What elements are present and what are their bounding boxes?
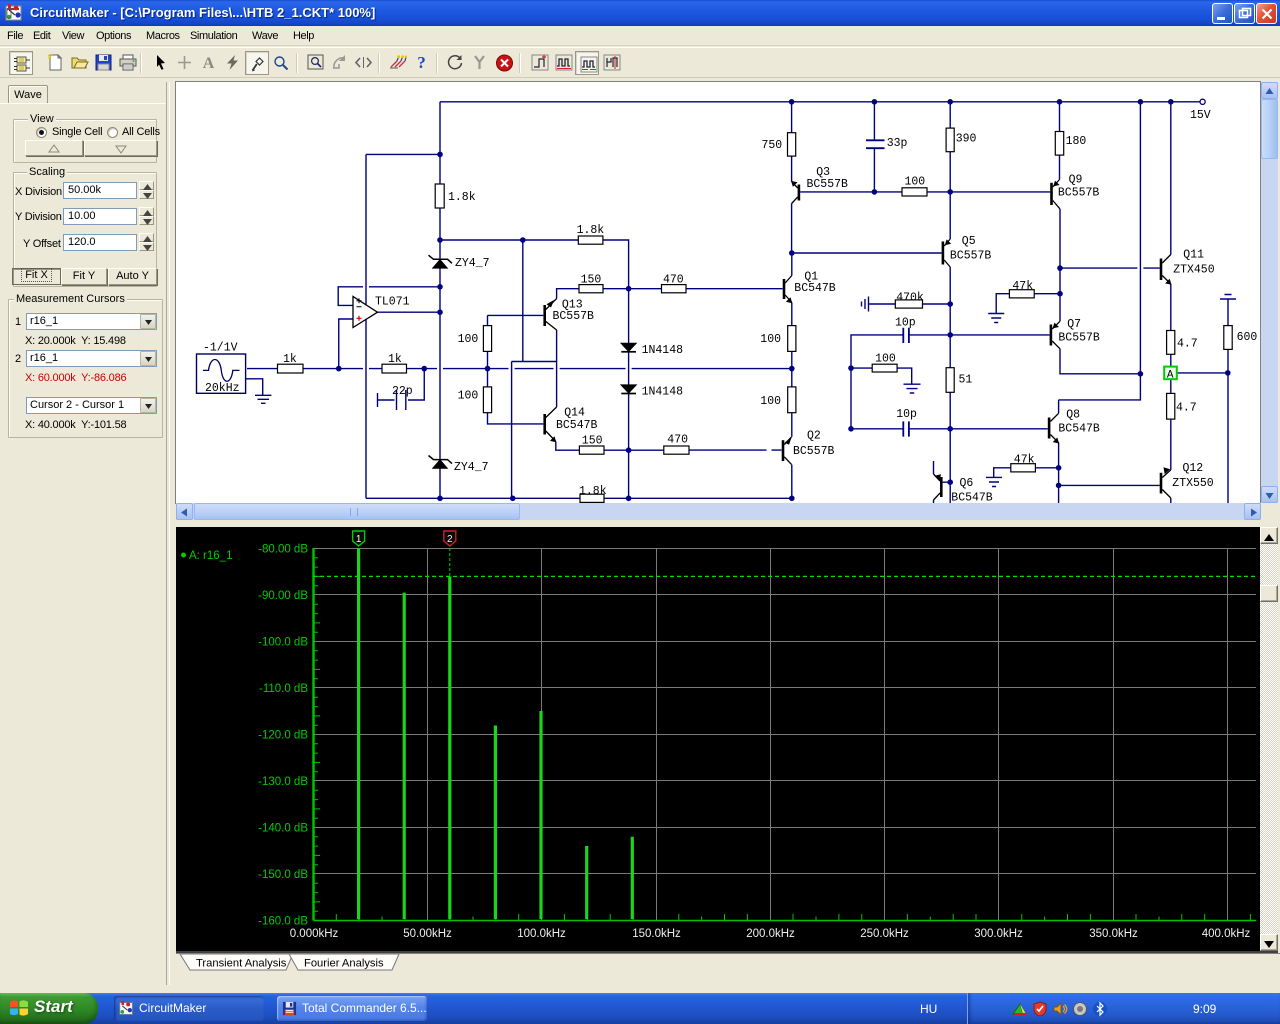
svg-text:-140.0 dB: -140.0 dB xyxy=(258,823,308,835)
svg-text:-160.0 dB: -160.0 dB xyxy=(258,916,308,928)
svg-text:BC547B: BC547B xyxy=(794,282,836,295)
svg-text:Transient Analysis: Transient Analysis xyxy=(196,958,287,970)
svg-text:1.8k: 1.8k xyxy=(579,485,607,498)
svg-text:1N4148: 1N4148 xyxy=(642,344,684,357)
svg-text:350.0kHz: 350.0kHz xyxy=(1089,928,1138,940)
svg-text:Q11: Q11 xyxy=(1183,249,1204,262)
svg-text:22p: 22p xyxy=(392,385,413,398)
svg-text:-1/1V: -1/1V xyxy=(203,342,238,355)
svg-text:Q12: Q12 xyxy=(1183,462,1204,475)
svg-text:4.7: 4.7 xyxy=(1176,402,1197,415)
svg-text:-90.00 dB: -90.00 dB xyxy=(258,590,308,602)
svg-text:Q9: Q9 xyxy=(1069,174,1083,187)
svg-text:100.0kHz: 100.0kHz xyxy=(517,928,566,940)
svg-text:Q2: Q2 xyxy=(807,430,821,443)
svg-text:ZTX450: ZTX450 xyxy=(1173,264,1215,277)
svg-text:1k: 1k xyxy=(388,353,402,366)
svg-text:300.0kHz: 300.0kHz xyxy=(974,928,1023,940)
svg-text:100: 100 xyxy=(760,333,781,346)
svg-text:1: 1 xyxy=(356,534,362,545)
svg-text:51: 51 xyxy=(959,374,973,387)
svg-text:ZY4_7: ZY4_7 xyxy=(454,461,489,474)
svg-text:1.8k: 1.8k xyxy=(448,191,476,204)
svg-text:33p: 33p xyxy=(887,137,908,150)
svg-text:-130.0 dB: -130.0 dB xyxy=(258,776,308,788)
svg-text:A: A xyxy=(1167,370,1174,382)
svg-text:?: ? xyxy=(417,54,426,71)
svg-text:100: 100 xyxy=(760,395,781,408)
svg-text:250.0kHz: 250.0kHz xyxy=(860,928,909,940)
svg-text:1.8k: 1.8k xyxy=(577,224,605,237)
svg-text:-80.00 dB: -80.00 dB xyxy=(258,544,308,556)
svg-text:BC557B: BC557B xyxy=(950,250,992,263)
svg-text:BC547B: BC547B xyxy=(556,419,598,432)
svg-text:ZY4_7: ZY4_7 xyxy=(455,257,490,270)
svg-text:470: 470 xyxy=(663,274,684,287)
svg-text:10p: 10p xyxy=(895,317,916,330)
svg-text:Q14: Q14 xyxy=(564,407,585,420)
svg-text:1k: 1k xyxy=(283,353,297,366)
svg-text:100: 100 xyxy=(458,390,479,403)
svg-text:10p: 10p xyxy=(896,408,917,421)
svg-text:Q8: Q8 xyxy=(1066,409,1080,422)
svg-text:2: 2 xyxy=(447,534,453,545)
svg-text:470k: 470k xyxy=(896,292,924,305)
svg-text:600: 600 xyxy=(1237,331,1258,344)
svg-text:390: 390 xyxy=(956,133,977,146)
svg-text:47k: 47k xyxy=(1012,280,1033,293)
svg-text:150: 150 xyxy=(581,274,602,287)
svg-text:Q5: Q5 xyxy=(962,235,976,248)
svg-text:150.0kHz: 150.0kHz xyxy=(632,928,681,940)
svg-text:BC557B: BC557B xyxy=(553,310,595,323)
svg-text:-150.0 dB: -150.0 dB xyxy=(258,869,308,881)
svg-text:TL071: TL071 xyxy=(375,296,410,309)
svg-text:100: 100 xyxy=(905,176,926,189)
svg-text:1N4148: 1N4148 xyxy=(642,386,684,399)
svg-text:BC557B: BC557B xyxy=(1058,187,1100,200)
svg-text:A: A xyxy=(203,55,215,71)
svg-text:BC557B: BC557B xyxy=(1058,332,1100,345)
svg-text:BC547B: BC547B xyxy=(1058,423,1100,436)
svg-text:-100.0 dB: -100.0 dB xyxy=(258,637,308,649)
svg-text:200.0kHz: 200.0kHz xyxy=(746,928,795,940)
svg-text:-110.0 dB: -110.0 dB xyxy=(259,683,308,695)
svg-text:100: 100 xyxy=(458,333,479,346)
svg-text:ZTX550: ZTX550 xyxy=(1172,477,1214,490)
svg-text:BC557B: BC557B xyxy=(807,178,849,191)
svg-text:Q7: Q7 xyxy=(1067,318,1081,331)
svg-text:-120.0 dB: -120.0 dB xyxy=(258,730,308,742)
svg-text:20kHz: 20kHz xyxy=(205,382,240,395)
svg-text:Fourier Analysis: Fourier Analysis xyxy=(304,958,384,970)
svg-text:Q6: Q6 xyxy=(960,477,974,490)
svg-text:470: 470 xyxy=(667,434,688,447)
svg-text:47k: 47k xyxy=(1014,454,1035,467)
svg-text:100: 100 xyxy=(875,352,896,365)
svg-text:BC547B: BC547B xyxy=(951,492,993,504)
svg-text:15V: 15V xyxy=(1190,109,1211,122)
svg-text:0.000kHz: 0.000kHz xyxy=(290,928,339,940)
svg-text:BC557B: BC557B xyxy=(793,445,835,458)
svg-text:A: r16_1: A: r16_1 xyxy=(189,550,232,562)
svg-text:400.0kHz: 400.0kHz xyxy=(1202,928,1251,940)
svg-text:50.00kHz: 50.00kHz xyxy=(403,928,452,940)
svg-text:750: 750 xyxy=(762,139,783,152)
svg-text:180: 180 xyxy=(1066,135,1087,148)
svg-text:150: 150 xyxy=(582,435,603,448)
svg-text:4.7: 4.7 xyxy=(1177,338,1198,351)
